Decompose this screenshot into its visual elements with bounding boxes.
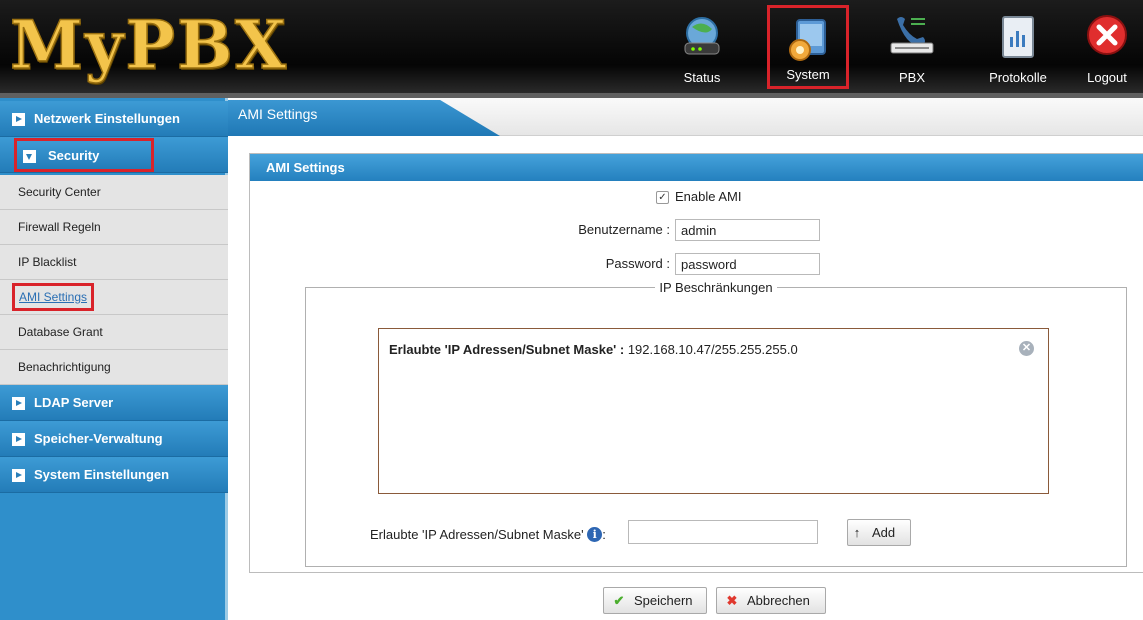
- nav-logout-button[interactable]: Logout: [1072, 5, 1142, 89]
- sidebar-item-label: Speicher-Verwaltung: [34, 431, 163, 446]
- save-button-label: Speichern: [634, 593, 693, 608]
- ip-input-label-row: Erlaubte 'IP Adressen/Subnet Maske' i:: [370, 527, 606, 542]
- sidebar-item-system-einstellungen[interactable]: System Einstellungen: [0, 457, 228, 493]
- sidebar-subitem-label: Firewall Regeln: [18, 220, 101, 234]
- status-icon: [684, 17, 720, 55]
- nav-system-label: System: [786, 67, 830, 82]
- sidebar-item-speicher-verwaltung[interactable]: Speicher-Verwaltung: [0, 421, 228, 457]
- system-icon: [789, 19, 826, 61]
- sidebar-item-ldap-server[interactable]: LDAP Server: [0, 385, 228, 421]
- username-label: Benutzername :: [578, 222, 670, 237]
- password-field[interactable]: [675, 253, 820, 275]
- add-ip-button[interactable]: ↑ Add: [847, 519, 911, 546]
- tab-ami-settings[interactable]: AMI Settings: [228, 100, 500, 136]
- add-button-label: Add: [872, 525, 896, 540]
- ip-restrictions-legend: IP Beschränkungen: [659, 280, 773, 295]
- nav-status-label: Status: [683, 70, 721, 85]
- sidebar-item-netzwerk[interactable]: Netzwerk Einstellungen: [0, 101, 228, 137]
- expand-arrow-icon: [12, 113, 25, 126]
- password-label: Password :: [605, 256, 670, 271]
- enable-ami-label: Enable AMI: [675, 189, 742, 204]
- ip-address-input[interactable]: [628, 520, 818, 544]
- collapse-arrow-icon: [23, 150, 36, 163]
- ip-entry-label: Erlaubte 'IP Adressen/Subnet Maske' :: [389, 342, 625, 357]
- logout-icon: [1087, 15, 1127, 55]
- enable-ami-checkbox[interactable]: ✓: [656, 191, 669, 204]
- ip-input-suffix: :: [602, 527, 606, 542]
- nav-status-button[interactable]: Status: [660, 5, 744, 89]
- allowed-ip-list: Erlaubte 'IP Adressen/Subnet Maske' : 19…: [378, 328, 1049, 494]
- selected-highlight: AMI Settings: [12, 283, 95, 311]
- cancel-button-label: Abbrechen: [747, 593, 810, 608]
- expand-arrow-icon: [12, 433, 25, 446]
- nav-protokolle-label: Protokolle: [989, 70, 1047, 85]
- nav-system-button[interactable]: System: [767, 5, 849, 89]
- sidebar-item-label: LDAP Server: [34, 395, 114, 410]
- panel-title: AMI Settings: [250, 154, 1143, 181]
- pbx-phone-icon: [890, 17, 934, 54]
- sidebar-subitem-security-center[interactable]: Security Center: [0, 175, 228, 210]
- sidebar-subitem-label: IP Blacklist: [18, 255, 77, 269]
- sidebar-subitem-ami-settings[interactable]: AMI Settings: [0, 280, 228, 315]
- ip-entry-value: 192.168.10.47/255.255.255.0: [624, 342, 798, 357]
- arrow-up-icon: ↑: [853, 525, 861, 540]
- sidebar-item-label: Netzwerk Einstellungen: [34, 111, 180, 126]
- sidebar-subitem-database-grant[interactable]: Database Grant: [0, 315, 228, 350]
- remove-icon[interactable]: ✕: [1019, 341, 1034, 356]
- sidebar-subitem-label: Database Grant: [18, 325, 103, 339]
- sidebar-subitem-ip-blacklist[interactable]: IP Blacklist: [0, 245, 228, 280]
- top-header: MyPBX Status System PBX Protokolle Logou…: [0, 0, 1143, 93]
- cancel-button[interactable]: ✖ Abbrechen: [716, 587, 826, 614]
- expand-arrow-icon: [12, 397, 25, 410]
- sidebar-item-label: System Einstellungen: [34, 467, 170, 482]
- cross-icon: ✖: [726, 593, 738, 608]
- nav-pbx-label: PBX: [898, 70, 925, 85]
- mypbx-logo: MyPBX: [9, 5, 289, 85]
- ip-input-label: Erlaubte 'IP Adressen/Subnet Maske': [370, 527, 584, 542]
- nav-protokolle-button[interactable]: Protokolle: [976, 5, 1060, 89]
- logs-icon: [1002, 16, 1034, 58]
- sidebar-subitem-firewall-regeln[interactable]: Firewall Regeln: [0, 210, 228, 245]
- sidebar-subitem-benachrichtigung[interactable]: Benachrichtigung: [0, 350, 228, 385]
- check-icon: ✔: [613, 593, 625, 608]
- sidebar-item-security-settings[interactable]: Security Settings: [14, 138, 154, 192]
- username-field[interactable]: [675, 219, 820, 241]
- sidebar-subitem-link[interactable]: AMI Settings: [19, 290, 87, 304]
- sidebar-subitem-label: Security Center: [18, 185, 101, 199]
- tab-strip: AMI Settings: [228, 98, 1143, 136]
- info-icon[interactable]: i: [587, 527, 603, 542]
- nav-logout-label: Logout: [1087, 70, 1127, 85]
- sidebar-subitem-label: Benachrichtigung: [18, 360, 111, 374]
- save-button[interactable]: ✔ Speichern: [603, 587, 707, 614]
- expand-arrow-icon: [12, 469, 25, 482]
- list-item: Erlaubte 'IP Adressen/Subnet Maske' : 19…: [389, 342, 798, 357]
- nav-pbx-button[interactable]: PBX: [870, 5, 954, 89]
